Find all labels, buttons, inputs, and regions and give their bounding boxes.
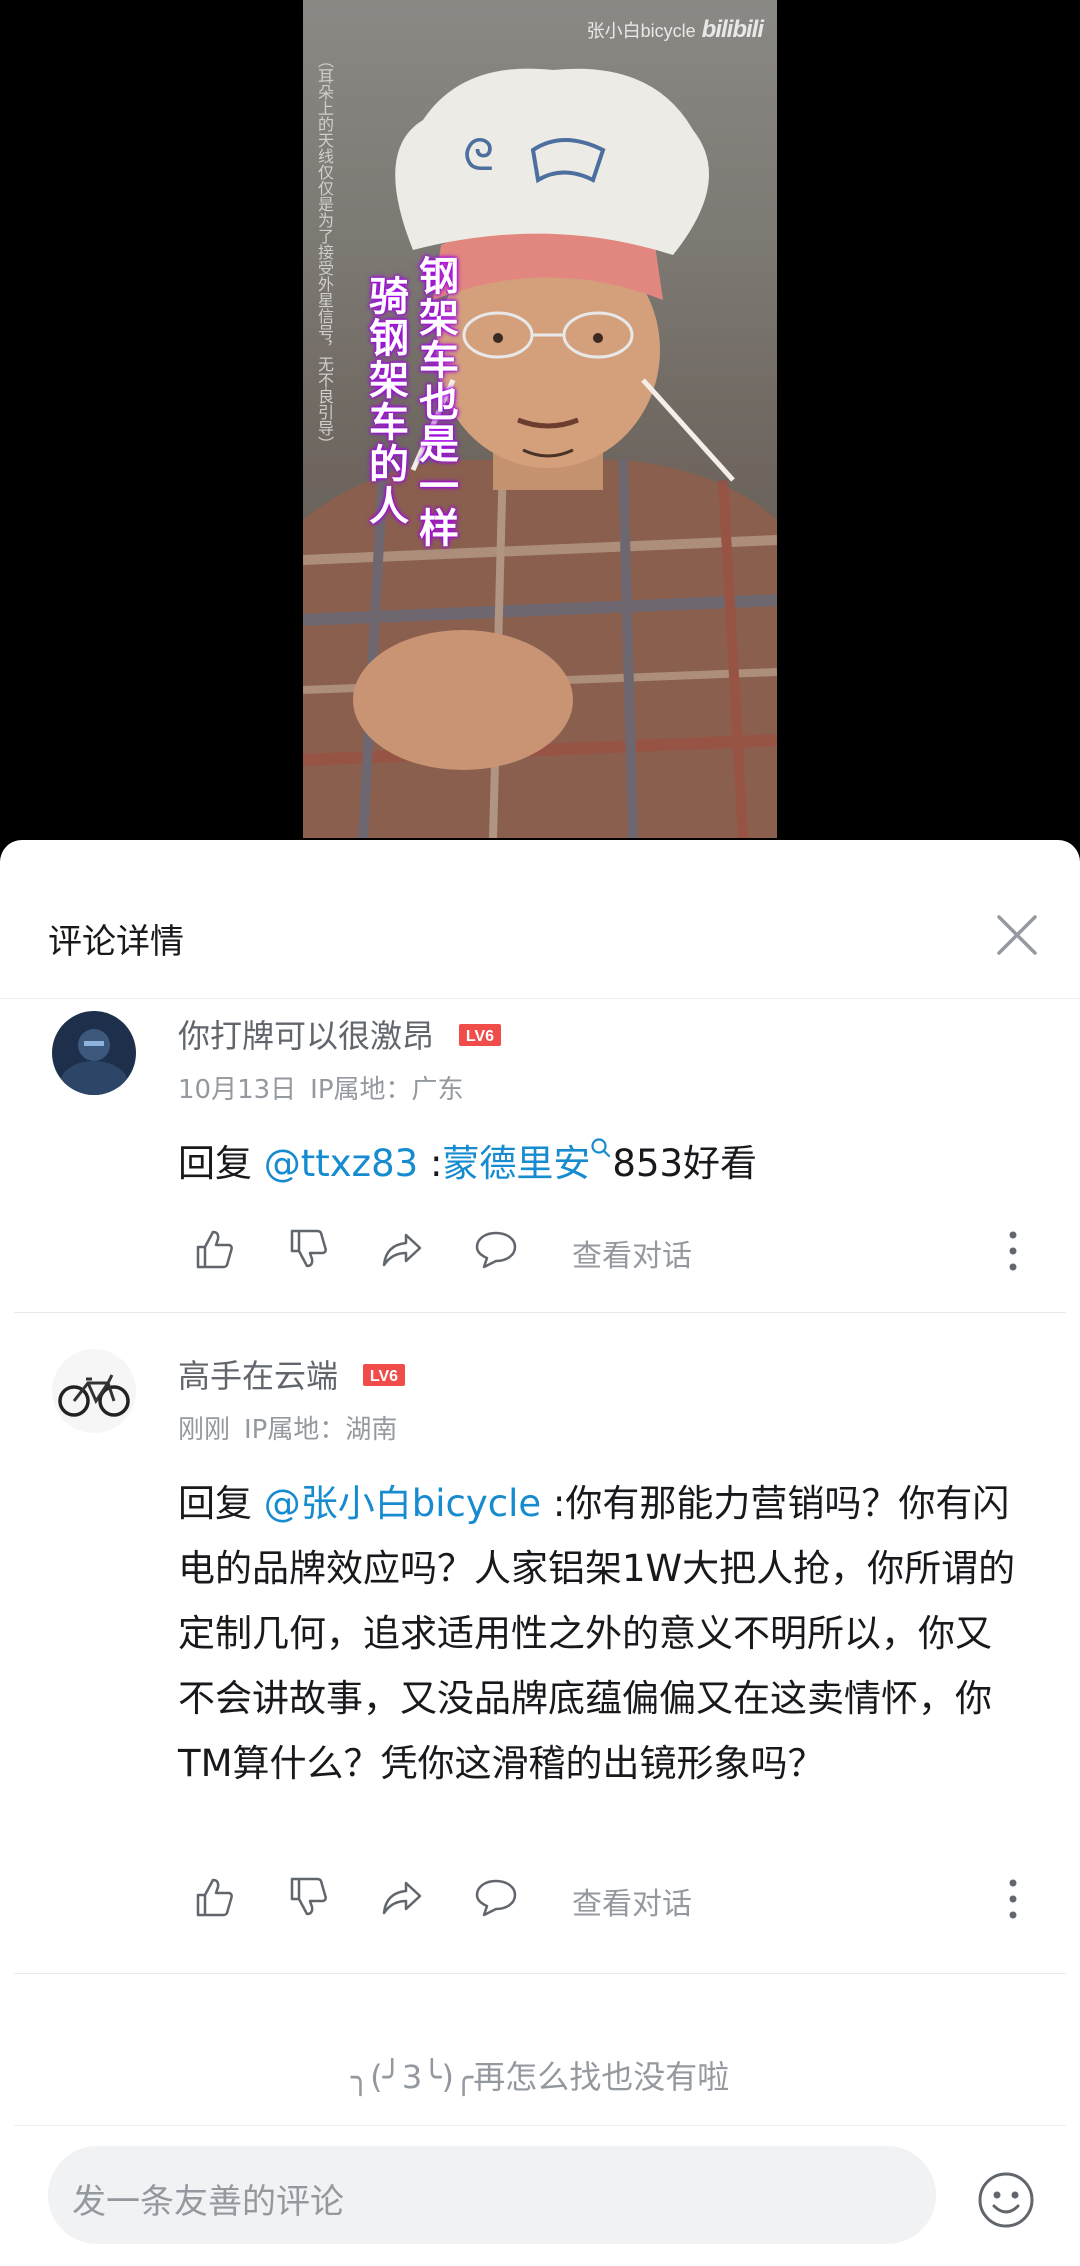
more-options-icon[interactable]	[1006, 1877, 1020, 1921]
video-side-note: （耳朵上的天线仅仅是为了接受外星信号，无不良引导）	[315, 52, 334, 452]
video-caption-line1: 钢架车也是一样	[412, 255, 458, 549]
comment-meta: 10月13日 IP属地：广东	[178, 1069, 464, 1106]
svg-text:LV6: LV6	[370, 1368, 398, 1385]
comment-actions: 查看对话	[174, 1221, 1046, 1281]
close-icon[interactable]	[994, 912, 1040, 958]
emoji-icon[interactable]	[976, 2170, 1036, 2230]
sheet-title: 评论详情	[48, 922, 184, 962]
view-conversation-link[interactable]: 查看对话	[572, 1879, 692, 1923]
mention-link[interactable]: @ttxz83	[264, 1142, 418, 1185]
like-icon[interactable]	[192, 1875, 236, 1919]
comment-input-placeholder: 发一条友善的评论	[72, 2182, 344, 2222]
username[interactable]: 你打牌可以很激昂 LV6	[178, 1011, 502, 1057]
video-player[interactable]: ᘓ 张小白bicycle bilibili 钢架车也是一样 骑钢架车的人 （耳朵上…	[0, 0, 1080, 840]
svg-text:LV6: LV6	[466, 1028, 494, 1045]
view-conversation-link[interactable]: 查看对话	[572, 1231, 692, 1275]
level-badge-icon: LV6	[459, 1024, 502, 1046]
like-icon[interactable]	[192, 1227, 236, 1271]
sheet-header: 评论详情	[0, 840, 1080, 999]
comment-detail-sheet: 评论详情 你打牌可以很激昂 LV6 10月13日 IP属地：广东 回复 @ttx…	[0, 840, 1080, 2266]
video-caption-line2: 骑钢架车的人	[362, 275, 408, 527]
comment-text: 回复 @张小白bicycle :你有那能力营销吗？你有闪电的品牌效应吗？人家铝架…	[178, 1482, 1016, 1785]
reply-comment-icon[interactable]	[474, 1875, 518, 1919]
more-options-icon[interactable]	[1006, 1229, 1020, 1273]
comment-ip: IP属地：广东	[310, 1075, 464, 1105]
share-icon[interactable]	[380, 1875, 424, 1919]
reply-comment-icon[interactable]	[474, 1227, 518, 1271]
comment-input[interactable]: 发一条友善的评论	[48, 2146, 936, 2244]
comment-item: 你打牌可以很激昂 LV6 10月13日 IP属地：广东 回复 @ttxz83 :蒙…	[14, 999, 1066, 1313]
search-icon[interactable]	[590, 1137, 612, 1159]
video-frame: ᘓ 张小白bicycle bilibili 钢架车也是一样 骑钢架车的人 （耳朵上…	[303, 0, 777, 838]
mention-link[interactable]: @张小白bicycle	[264, 1482, 541, 1525]
comment-text: 回复 @ttxz83 :蒙德里安 853好看	[178, 1131, 1026, 1196]
divider	[14, 2125, 1066, 2126]
svg-text:ᘓ: ᘓ	[463, 130, 494, 181]
comment-meta: 刚刚 IP属地：湖南	[178, 1409, 397, 1446]
avatar[interactable]	[52, 1349, 136, 1433]
comment-date: 10月13日	[178, 1075, 297, 1105]
end-of-list-message: ╮(╯3╰)╭再怎么找也没有啦	[350, 2058, 730, 2096]
comment-actions: 查看对话	[174, 1869, 1046, 1929]
avatar[interactable]	[52, 1011, 136, 1095]
comment-date: 刚刚	[178, 1415, 231, 1445]
comment-item: 高手在云端 LV6 刚刚 IP属地：湖南 回复 @张小白bicycle :你有那能…	[14, 1313, 1066, 1974]
video-watermark: 张小白bicycle bilibili	[586, 16, 764, 43]
avatar-bicycle-icon	[52, 1349, 136, 1433]
comment-ip: IP属地：湖南	[244, 1415, 398, 1445]
avatar-knight-icon	[52, 1011, 136, 1095]
username[interactable]: 高手在云端 LV6	[178, 1351, 406, 1397]
dislike-icon[interactable]	[286, 1227, 330, 1271]
dislike-icon[interactable]	[286, 1875, 330, 1919]
level-badge-icon: LV6	[363, 1364, 406, 1386]
keyword-search-link[interactable]: 蒙德里安	[442, 1142, 590, 1185]
share-icon[interactable]	[380, 1227, 424, 1271]
